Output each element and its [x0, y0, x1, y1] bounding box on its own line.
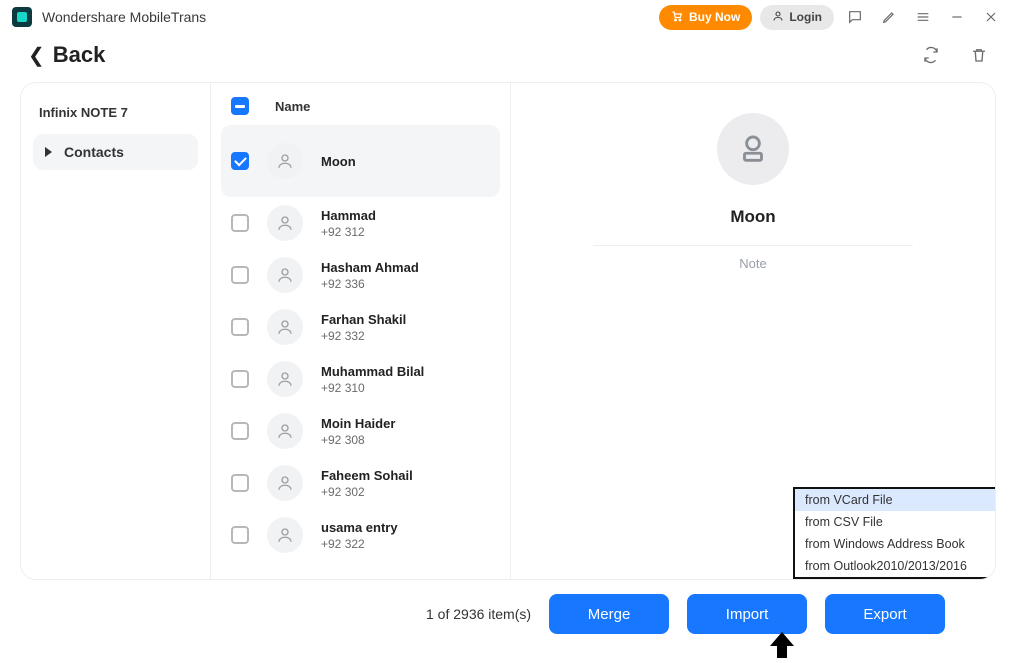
app-icon [12, 7, 32, 27]
row-checkbox[interactable] [231, 266, 249, 284]
contact-phone: +92 312 [321, 225, 376, 239]
avatar-icon [267, 257, 303, 293]
contact-phone: +92 336 [321, 277, 419, 291]
list-item[interactable]: Hammad +92 312 [221, 197, 500, 249]
back-button[interactable]: ❮ Back [28, 42, 105, 68]
list-item[interactable]: Faheem Sohail +92 302 [221, 457, 500, 509]
row-checkbox[interactable] [231, 526, 249, 544]
merge-button[interactable]: Merge [549, 594, 669, 634]
row-checkbox[interactable] [231, 422, 249, 440]
import-menu-item-vcard[interactable]: from VCard File [795, 489, 996, 511]
cart-icon [671, 10, 683, 25]
avatar-icon [267, 465, 303, 501]
back-row: ❮ Back [0, 34, 1016, 78]
main-panel: Infinix NOTE 7 Contacts Name Moon Hammad… [20, 82, 996, 580]
sidebar: Infinix NOTE 7 Contacts [21, 83, 211, 579]
contact-detail: Moon Note from VCard File from CSV File … [511, 83, 995, 579]
login-button[interactable]: Login [760, 5, 834, 30]
sync-icon[interactable] [916, 40, 946, 70]
titlebar: Wondershare MobileTrans Buy Now Login [0, 0, 1016, 34]
buy-now-label: Buy Now [689, 10, 740, 24]
avatar-icon [267, 205, 303, 241]
login-label: Login [789, 10, 822, 24]
menu-icon[interactable] [910, 4, 936, 30]
minimize-icon[interactable] [944, 4, 970, 30]
avatar-large-icon [717, 113, 789, 185]
row-checkbox[interactable] [231, 370, 249, 388]
chevron-left-icon: ❮ [28, 43, 45, 68]
contact-list: Name Moon Hammad +92 312 Hasham Ahmad +92 … [211, 83, 511, 579]
contact-name: Faheem Sohail [321, 468, 413, 483]
import-menu-item-csv[interactable]: from CSV File [795, 511, 996, 533]
item-count: 1 of 2936 item(s) [426, 606, 531, 622]
contact-name: Hasham Ahmad [321, 260, 419, 275]
list-item[interactable]: Muhammad Bilal +92 310 [221, 353, 500, 405]
avatar-icon [267, 517, 303, 553]
row-checkbox[interactable] [231, 152, 249, 170]
contact-phone: +92 302 [321, 485, 413, 499]
back-label: Back [53, 42, 106, 68]
contact-name: Muhammad Bilal [321, 364, 424, 379]
contact-phone: +92 310 [321, 381, 424, 395]
row-checkbox[interactable] [231, 214, 249, 232]
export-button[interactable]: Export [825, 594, 945, 634]
user-icon [772, 10, 784, 25]
row-checkbox[interactable] [231, 474, 249, 492]
contact-phone: +92 308 [321, 433, 395, 447]
device-name: Infinix NOTE 7 [33, 97, 198, 134]
list-item[interactable]: usama entry +92 322 [221, 509, 500, 561]
sidebar-item-contacts[interactable]: Contacts [33, 134, 198, 170]
list-item[interactable]: Moin Haider +92 308 [221, 405, 500, 457]
contact-name: usama entry [321, 520, 398, 535]
select-all-checkbox[interactable] [231, 97, 249, 115]
divider [593, 245, 913, 246]
contact-phone: +92 332 [321, 329, 406, 343]
list-item[interactable]: Farhan Shakil +92 332 [221, 301, 500, 353]
close-icon[interactable] [978, 4, 1004, 30]
row-checkbox[interactable] [231, 318, 249, 336]
list-body: Moon Hammad +92 312 Hasham Ahmad +92 336 F… [211, 125, 510, 579]
delete-icon[interactable] [964, 40, 994, 70]
edit-icon[interactable] [876, 4, 902, 30]
import-button[interactable]: Import [687, 594, 807, 634]
contact-phone: +92 322 [321, 537, 398, 551]
contact-name: Farhan Shakil [321, 312, 406, 327]
footer: 1 of 2936 item(s) Merge Import Export [0, 588, 1016, 640]
buy-now-button[interactable]: Buy Now [659, 5, 752, 30]
import-menu-item-wab[interactable]: from Windows Address Book [795, 533, 996, 555]
contact-name: Moon [321, 154, 356, 169]
sidebar-item-label: Contacts [64, 144, 124, 160]
contact-name: Hammad [321, 208, 376, 223]
list-header: Name [211, 83, 510, 125]
note-label: Note [739, 256, 766, 271]
avatar-icon [267, 361, 303, 397]
import-menu: from VCard File from CSV File from Windo… [793, 487, 996, 579]
column-header-name: Name [275, 99, 310, 114]
avatar-icon [267, 309, 303, 345]
list-item[interactable]: Moon [221, 125, 500, 197]
avatar-icon [267, 143, 303, 179]
contact-name: Moin Haider [321, 416, 395, 431]
avatar-icon [267, 413, 303, 449]
detail-name: Moon [730, 207, 775, 227]
list-item[interactable]: Hasham Ahmad +92 336 [221, 249, 500, 301]
import-menu-item-outlook[interactable]: from Outlook2010/2013/2016 [795, 555, 996, 577]
feedback-icon[interactable] [842, 4, 868, 30]
chevron-right-icon [45, 147, 52, 157]
app-title: Wondershare MobileTrans [42, 9, 206, 25]
